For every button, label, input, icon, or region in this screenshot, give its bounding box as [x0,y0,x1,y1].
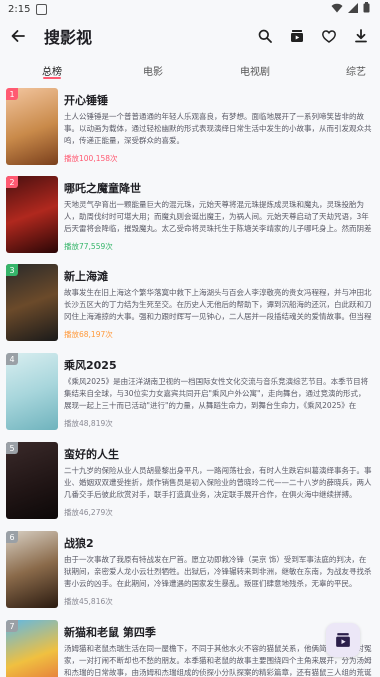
list-item[interactable]: 1 开心锤锤 土人公锤锤是一个普普通通的年轻人乐观喜良，有梦想。面临地展开了一系… [0,88,380,177]
back-button[interactable] [10,28,38,44]
poster-image: 7 [6,620,58,677]
rank-badge: 1 [6,88,18,100]
poster-image: 4 [6,353,58,430]
item-title: 开心锤锤 [64,94,108,107]
item-title: 新上海滩 [64,270,108,283]
favorite-button[interactable] [320,27,338,45]
signal-icon [348,2,358,16]
tab-tv-series[interactable]: 电视剧 [240,63,270,78]
poster-image: 6 [6,531,58,608]
notification-icon [36,3,48,15]
rank-badge: 5 [6,442,18,454]
rank-badge: 6 [6,531,18,543]
rank-badge: 4 [6,353,18,365]
poster-image: 2 [6,176,58,253]
tab-movies[interactable]: 电影 [143,63,163,78]
play-count: 播放45,816次 [64,597,113,606]
play-count: 播放100,158次 [64,154,118,163]
item-title: 乘风2025 [64,359,117,372]
poster-image: 3 [6,264,58,341]
item-title: 蛮好的人生 [64,448,119,461]
heart-icon [322,29,336,43]
item-description: 故事发生在旧上海这个繁华落寞中救下上海湖头与百会人李淳敬亮的贵女冯程程，并与冲田… [64,288,372,321]
download-button[interactable] [352,27,370,45]
list-item[interactable]: 5 蛮好的人生 二十九岁的保险从业人员胡曼黎出身平凡，一路闯荡社会，有时人生跌宕… [0,442,380,531]
category-tabs: 总榜 电影 电视剧 综艺 [0,54,380,84]
play-count: 播放77,559次 [64,242,113,251]
floating-library-button[interactable] [326,623,360,657]
item-title: 战狼2 [64,537,94,550]
tab-indicator [43,77,61,79]
battery-icon [363,2,370,16]
play-count: 播放48,819次 [64,419,113,428]
history-button[interactable] [288,27,306,45]
status-time: 2:15 [8,3,31,15]
video-library-icon [291,30,303,42]
page-title: 搜影视 [44,28,93,47]
item-description: 《乘风2025》是由汪洋湖南卫视的一档国际女性文化交流与音乐竞演综艺节目。本季节… [64,377,369,410]
poster-image: 1 [6,88,58,165]
play-count: 播放68,197次 [64,330,113,339]
item-description: 二十九岁的保险从业人员胡曼黎出身平凡，一路闯荡社会，有时人生跌宕纠葛演绎事务于。… [64,466,372,499]
list-item[interactable]: 7 新猫和老鼠 第四季 汤姆猫和老鼠杰瑞生活在同一屋檐下，不同于其他水火不容的猫… [0,620,380,677]
status-bar: 2:15 [0,0,380,18]
list-item[interactable]: 3 新上海滩 故事发生在旧上海这个繁华落寞中救下上海湖头与百会人李淳敬亮的贵女冯… [0,264,380,353]
app-bar: 搜影视 [0,18,380,54]
list-item[interactable]: 4 乘风2025 《乘风2025》是由汪洋湖南卫视的一档国际女性文化交流与音乐竞… [0,353,380,442]
arrow-left-icon [11,30,25,42]
play-count: 播放46,279次 [64,508,113,517]
tab-variety[interactable]: 综艺 [346,63,366,78]
item-description: 天地灵气孕育出一颗能量巨大的混元珠，元始天尊将混元珠提炼成灵珠和魔丸，灵珠投胎为… [64,200,372,233]
wifi-icon [331,3,343,16]
download-icon [355,29,367,43]
rank-badge: 3 [6,264,18,276]
list-item[interactable]: 6 战狼2 由于一次事故了我原有特战发在尸首。愿立功即救冷锋（吴京 饰）受到军事… [0,531,380,620]
rank-badge: 7 [6,620,18,632]
poster-image: 5 [6,442,58,519]
tab-overall[interactable]: 总榜 [42,63,62,78]
item-description: 土人公锤锤是一个普普通通的年轻人乐观喜良，有梦想。面临地展开了一系列啼笑皆非的故… [64,112,372,145]
search-icon [258,29,272,43]
item-title: 哪吒之魔童降世 [64,182,141,195]
search-button[interactable] [256,27,274,45]
item-title: 新猫和老鼠 第四季 [64,626,156,639]
list-item[interactable]: 2 哪吒之魔童降世 天地灵气孕育出一颗能量巨大的混元珠，元始天尊将混元珠提炼成灵… [0,176,380,265]
video-library-icon [336,633,350,647]
rank-badge: 2 [6,176,18,188]
item-description: 由于一次事故了我原有特战发在尸首。愿立功即救冷锋（吴京 饰）受到军事法庭的判决，… [64,555,372,588]
